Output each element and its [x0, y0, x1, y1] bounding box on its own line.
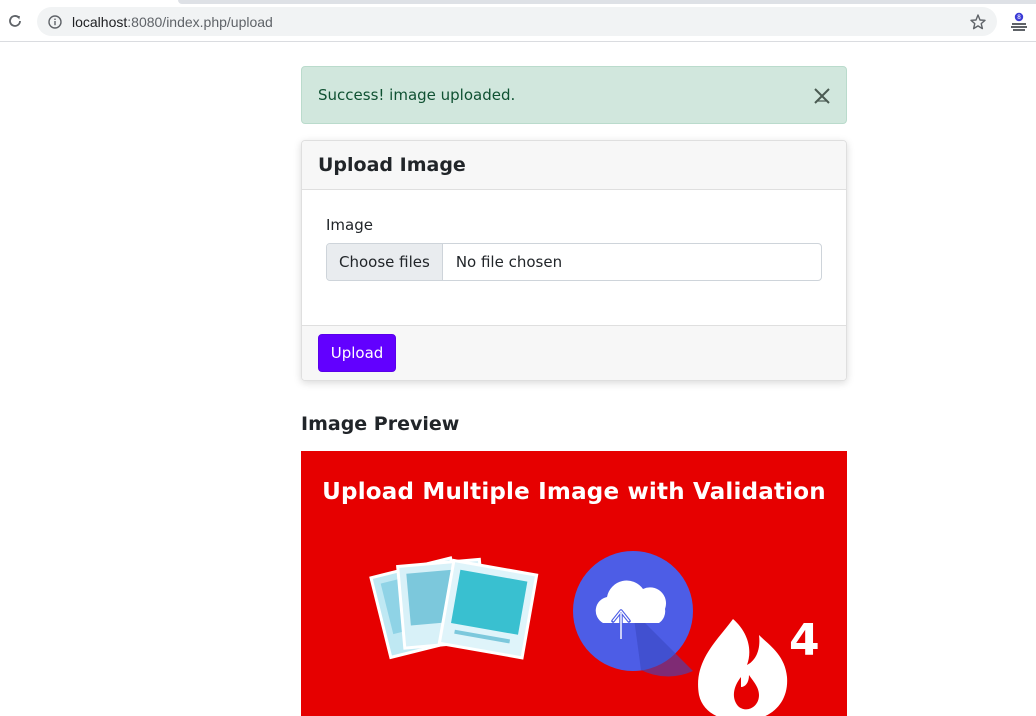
address-bar[interactable]: localhost:8080/index.php/upload: [37, 7, 997, 36]
info-icon[interactable]: [47, 14, 63, 30]
bookmark-star-icon[interactable]: [968, 12, 988, 32]
reload-icon[interactable]: [6, 12, 24, 30]
cloud-upload-icon: [573, 551, 693, 677]
close-icon[interactable]: [812, 86, 832, 106]
card-footer: Upload: [302, 325, 846, 380]
url-path: :8080/index.php/upload: [127, 13, 273, 30]
url-text[interactable]: localhost:8080/index.php/upload: [72, 14, 273, 30]
upload-card: Upload Image Image Choose files No file …: [301, 140, 847, 381]
banner-illustration: 4: [369, 551, 820, 716]
preview-title: Image Preview: [301, 413, 460, 435]
tab-strip-edge: [178, 0, 1036, 4]
browser-toolbar: localhost:8080/index.php/upload 8: [0, 0, 1036, 42]
file-input[interactable]: Choose files No file chosen: [326, 243, 822, 281]
preview-image: Upload Multiple Image with Validation 4: [301, 451, 847, 716]
photos-icon: [369, 556, 539, 660]
image-field-label: Image: [326, 216, 373, 234]
card-title: Upload Image: [318, 154, 466, 176]
page-container: Success! image uploaded. Upload Image Im…: [301, 66, 847, 716]
file-status-text: No file chosen: [455, 253, 563, 271]
success-alert: Success! image uploaded.: [301, 66, 847, 124]
extension-icon[interactable]: 8: [1008, 11, 1030, 33]
card-body: Image Choose files No file chosen: [302, 190, 846, 325]
card-header: Upload Image: [302, 141, 846, 190]
upload-button[interactable]: Upload: [318, 334, 396, 372]
flame-logo-icon: [698, 619, 788, 716]
banner-badge: 4: [789, 615, 820, 666]
svg-text:8: 8: [1017, 14, 1021, 21]
url-host: localhost: [72, 13, 128, 30]
alert-message: Success! image uploaded.: [318, 86, 516, 104]
choose-files-button[interactable]: Choose files: [327, 244, 443, 280]
